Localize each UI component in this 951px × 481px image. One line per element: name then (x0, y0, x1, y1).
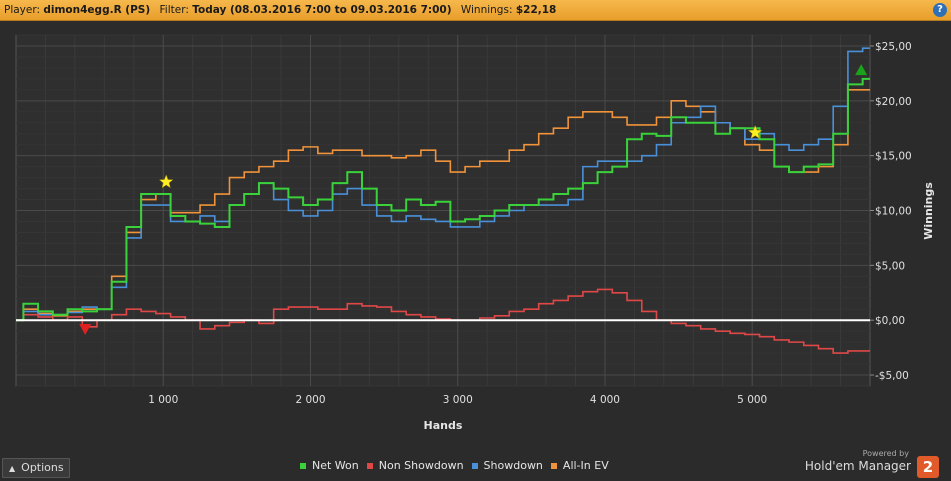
x-tick-label: 4 000 (590, 394, 620, 406)
legend-label: Non Showdown (378, 459, 464, 472)
x-tick-label: 5 000 (737, 394, 767, 406)
legend-label: Showdown (483, 459, 543, 472)
y-axis-label: Winnings (922, 182, 935, 240)
options-button[interactable]: ▲ Options (2, 458, 70, 478)
y-tick-label: $0,00 (875, 315, 905, 327)
winnings-value: $22,18 (515, 4, 557, 16)
footer-bar: ▲ Options Net Won Non Showdown Showdown All-… (0, 449, 951, 481)
legend-item[interactable]: All-In EV (550, 459, 609, 472)
filter-value: Today (08.03.2016 7:00 to 09.03.2016 7:0… (192, 4, 452, 16)
options-label: Options (21, 461, 64, 474)
legend-swatch (300, 463, 306, 469)
x-tick-label: 1 000 (148, 394, 178, 406)
brand-logo-icon: 2 (917, 456, 939, 478)
x-tick-label: 2 000 (295, 394, 325, 406)
legend-item[interactable]: Non Showdown (366, 459, 464, 472)
player-label: Player: (4, 4, 41, 16)
legend-swatch (550, 463, 557, 469)
legend-label: All-In EV (562, 459, 609, 472)
y-tick-label: $25,00 (875, 41, 912, 53)
chevron-up-icon: ▲ (9, 464, 16, 473)
legend-label: Net Won (312, 459, 359, 472)
chart-legend: Net Won Non Showdown Showdown All-In EV (300, 459, 617, 472)
title-bar: Player: dimon4egg.R (PS) Filter: Today (… (0, 0, 951, 21)
legend-swatch (471, 463, 478, 469)
powered-by-text: Powered by (862, 449, 909, 458)
y-tick-label: $20,00 (875, 96, 912, 108)
legend-item[interactable]: Net Won (300, 459, 359, 472)
y-tick-label: $5,00 (875, 260, 905, 272)
y-tick-label: $10,00 (875, 206, 912, 218)
legend-item[interactable]: Showdown (471, 459, 543, 472)
x-axis-label: Hands (424, 419, 463, 432)
winnings-label: Winnings: (460, 4, 513, 16)
winnings-chart: 1 000 2 000 3 000 4 000 5 000 -$5,00 $0,00 $5,0… (0, 21, 951, 455)
legend-swatch (366, 463, 373, 469)
brand-name: Hold'em Manager (804, 459, 911, 473)
y-tick-label: $15,00 (875, 151, 912, 163)
x-tick-label: 3 000 (443, 394, 473, 406)
player-value: dimon4egg.R (PS) (43, 4, 151, 16)
filter-label: Filter: (159, 4, 189, 16)
help-icon[interactable]: ? (933, 3, 947, 17)
y-tick-label: -$5,00 (875, 370, 909, 382)
